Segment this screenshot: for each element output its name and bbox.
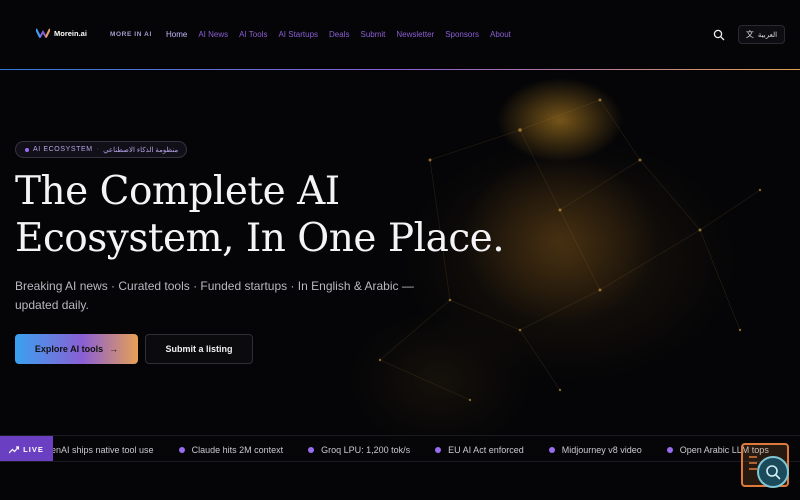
- logo-text: Morein.ai: [54, 28, 87, 38]
- ticker-item-text: enAI ships native tool use: [51, 444, 154, 455]
- news-ticker: enAI ships native tool use Claude hits 2…: [0, 435, 800, 462]
- chat-assistant-icon[interactable]: [757, 456, 789, 488]
- ticker-item[interactable]: enAI ships native tool use: [51, 445, 154, 455]
- submit-button-label: Submit a listing: [165, 344, 233, 354]
- ticker-dot: [178, 446, 185, 453]
- site-logo[interactable]: Morein.ai: [36, 28, 87, 38]
- nav-submit[interactable]: Submit: [360, 30, 385, 39]
- nav-newsletter[interactable]: Newsletter: [396, 30, 434, 39]
- ticker-item-text: Midjourney v8 video: [561, 444, 642, 455]
- badge-dot: [25, 147, 29, 152]
- ticker-track: enAI ships native tool use Claude hits 2…: [51, 436, 794, 461]
- trending-up-icon: [9, 445, 20, 453]
- submit-listing-button[interactable]: Submit a listing: [145, 334, 253, 364]
- badge-label-ar: منظومة الذكاء الاصطناعي: [103, 146, 179, 154]
- nav-ai-tools[interactable]: AI Tools: [239, 30, 267, 39]
- translate-icon: 文: [745, 30, 754, 39]
- language-switch-button[interactable]: 文 العربية: [738, 25, 785, 44]
- arrow-right-icon: →: [109, 344, 119, 354]
- search-circle-icon: [766, 465, 781, 480]
- search-icon[interactable]: [713, 29, 725, 41]
- ticker-item[interactable]: Claude hits 2M context: [178, 444, 284, 455]
- badge-label-en: AI ECOSYSTEM: [33, 146, 93, 153]
- ticker-dot: [666, 446, 673, 453]
- ticker-item-text: Groq LPU: 1,200 tok/s: [321, 444, 411, 455]
- nav-deals[interactable]: Deals: [329, 30, 349, 39]
- ecosystem-badge: AI ECOSYSTEM · منظومة الذكاء الاصطناعي: [15, 141, 188, 158]
- ticker-dot: [435, 446, 442, 453]
- ticker-dot: [548, 446, 555, 453]
- site-header: Morein.ai MORE IN AI Home AI News AI Too…: [0, 0, 800, 70]
- hero-title-line2: Ecosystem, In One Place.: [15, 216, 505, 261]
- ticker-dot: [308, 446, 315, 453]
- explore-button-label: Explore AI tools: [34, 344, 104, 354]
- badge-separator: ·: [96, 146, 100, 153]
- nav-home[interactable]: Home: [166, 30, 187, 39]
- ticker-item[interactable]: Groq LPU: 1,200 tok/s: [308, 445, 410, 455]
- explore-ai-tools-button[interactable]: Explore AI tools →: [15, 334, 138, 364]
- live-badge: LIVE: [0, 436, 53, 461]
- hero-title-line1: The Complete AI: [15, 169, 340, 214]
- more-in-ai-label[interactable]: MORE IN AI: [110, 31, 152, 38]
- ticker-item[interactable]: EU AI Act enforced: [435, 445, 524, 455]
- main-nav: Home AI News AI Tools AI Startups Deals …: [166, 30, 522, 39]
- nav-about[interactable]: About: [490, 30, 511, 39]
- ticker-item[interactable]: Midjourney v8 video: [548, 444, 642, 455]
- language-label: العربية: [757, 31, 778, 39]
- ticker-item-text: Claude hits 2M context: [191, 444, 284, 455]
- header-divider: [0, 69, 800, 70]
- nav-sponsors[interactable]: Sponsors: [445, 30, 479, 39]
- logo-icon: [36, 28, 50, 38]
- hero-title: The Complete AI Ecosystem, In One Place.: [15, 168, 535, 262]
- nav-ai-news[interactable]: AI News: [198, 30, 228, 39]
- nav-ai-startups[interactable]: AI Startups: [278, 30, 318, 39]
- ticker-item-text: EU AI Act enforced: [448, 444, 524, 455]
- live-label: LIVE: [23, 445, 44, 454]
- hero-subtitle: Breaking AI news · Curated tools · Funde…: [15, 279, 414, 312]
